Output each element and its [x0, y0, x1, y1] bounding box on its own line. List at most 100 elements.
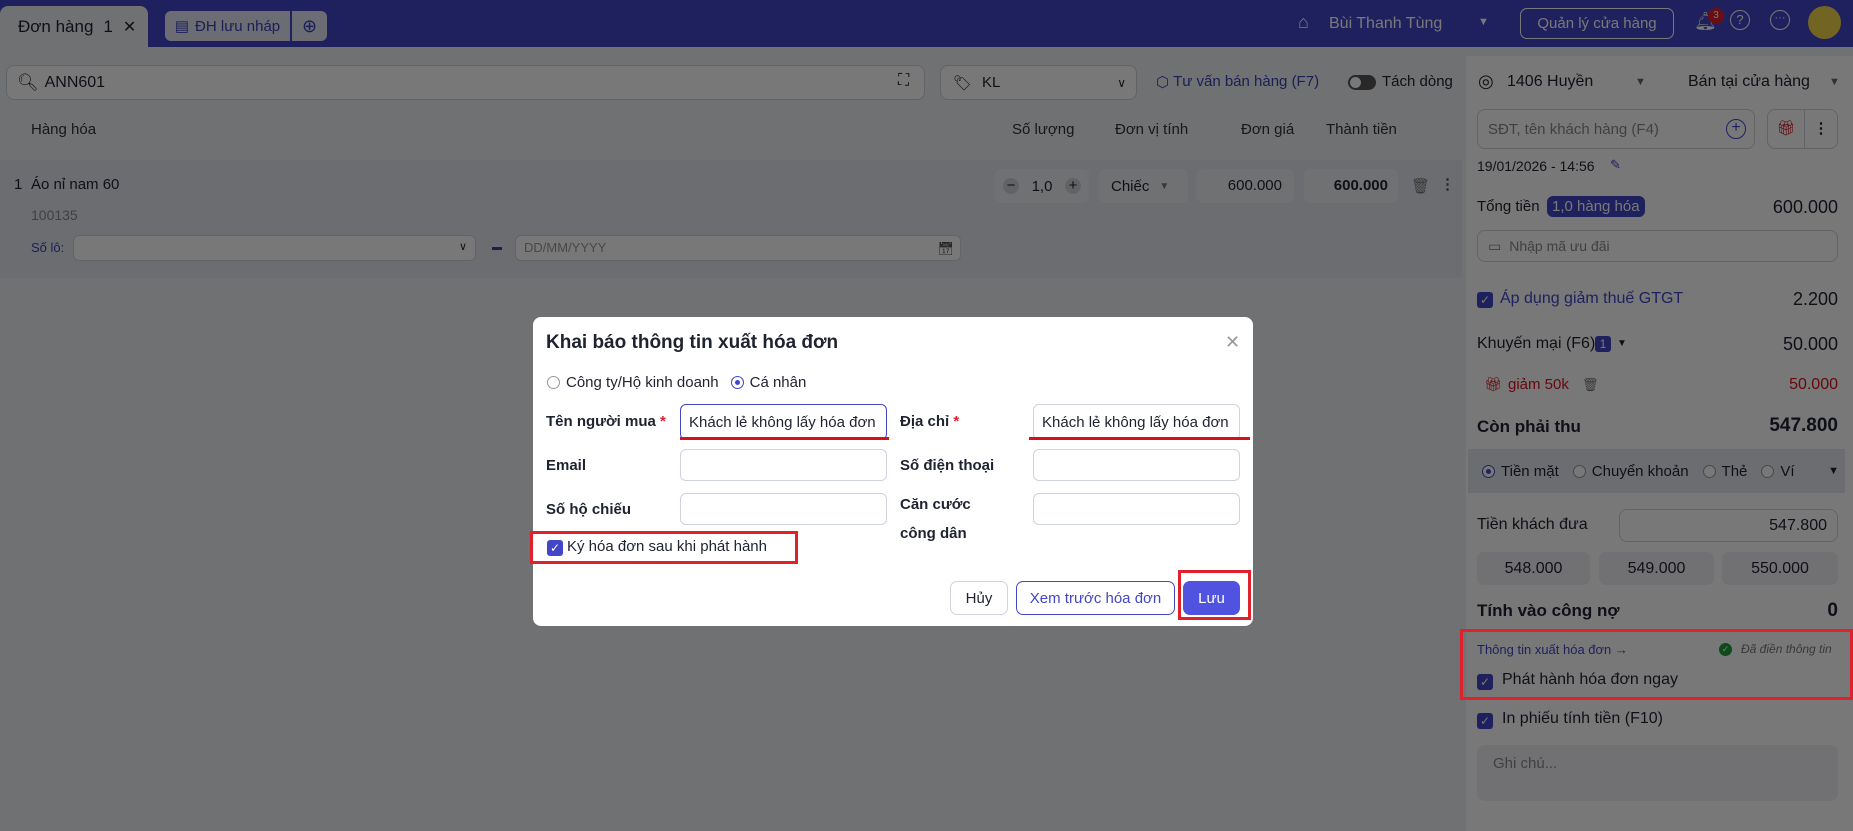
more-vertical-icon[interactable]: ⋮ [1805, 110, 1837, 148]
ai-search-icon: 🔍︎ [17, 72, 39, 92]
draft-orders-button[interactable]: ▤ ĐH lưu nháp [165, 11, 290, 41]
quick-amount-button[interactable]: 548.000 [1477, 552, 1590, 585]
add-customer-icon[interactable]: + [1726, 119, 1746, 139]
tag-icon: 🏷︎ [953, 74, 973, 92]
lot-select[interactable]: ∨ [73, 235, 476, 261]
col-header-total: Thành tiền [1326, 121, 1397, 138]
price-list-select[interactable]: 🏷︎ KL ∨ [940, 65, 1137, 100]
edit-icon[interactable]: ✎ [1610, 157, 1621, 173]
email-input[interactable] [680, 449, 887, 481]
debt-value: 0 [1827, 600, 1838, 621]
trash-icon[interactable]: 🗑︎ [1411, 177, 1430, 195]
note-placeholder: Ghi chú... [1493, 755, 1558, 772]
help-icon[interactable]: ? [1730, 10, 1750, 30]
payment-cash[interactable]: Tiền mặt [1501, 463, 1559, 480]
col-header-product: Hàng hóa [31, 121, 97, 138]
sales-advice-button[interactable]: ⬡ Tư vấn bán hàng (F7) [1156, 73, 1319, 91]
caret-down-icon[interactable]: ▼ [1478, 16, 1489, 28]
plus-icon[interactable]: + [1064, 178, 1081, 194]
buyer-name-input[interactable]: Khách lẻ không lấy hóa đơn [680, 404, 887, 440]
price-list-value: KL [982, 74, 1001, 91]
unit-select[interactable]: Chiếc ▼ [1099, 169, 1188, 203]
promo-label[interactable]: Khuyến mại (F6) [1477, 335, 1595, 353]
caret-down-icon[interactable]: ▼ [1829, 76, 1840, 88]
unit-price-input[interactable]: 600.000 [1197, 169, 1294, 203]
quick-amount-button[interactable]: 550.000 [1722, 552, 1838, 585]
line-total: 600.000 [1304, 169, 1398, 203]
promo-value: 50.000 [1782, 334, 1838, 354]
vat-checkbox[interactable]: ✓ [1477, 291, 1493, 308]
payment-transfer[interactable]: Chuyển khoản [1592, 463, 1689, 480]
trash-icon[interactable]: 🗑︎ [1582, 377, 1599, 393]
debt-label: Tính vào công nợ [1477, 601, 1620, 620]
print-label[interactable]: In phiếu tính tiền (F10) [1502, 710, 1663, 728]
minus-icon[interactable]: − [1003, 178, 1019, 194]
store-user-name[interactable]: Bùi Thanh Tùng [1329, 15, 1442, 33]
print-checkbox[interactable]: ✓ [1477, 712, 1493, 729]
sign-after-issue-checkbox[interactable]: ✓ [547, 539, 563, 556]
close-icon[interactable]: ✕ [1225, 332, 1240, 353]
sign-after-issue-label[interactable]: Ký hóa đơn sau khi phát hành [567, 538, 767, 555]
product-search-input[interactable]: 🔍︎ ANN601 [6, 65, 925, 100]
expiry-date-input[interactable]: DD/MM/YYYY 📅︎ [515, 235, 961, 261]
radio-card[interactable] [1702, 464, 1716, 478]
gift-icon[interactable]: 🎁︎ [1768, 110, 1805, 148]
issue-invoice-label[interactable]: Phát hành hóa đơn ngay [1502, 671, 1678, 689]
voucher-placeholder: Nhập mã ưu đãi [1509, 238, 1610, 254]
calendar-icon[interactable]: 📅︎ [937, 237, 954, 261]
add-tab-button[interactable]: ⊕ [292, 11, 327, 41]
vat-label[interactable]: Áp dụng giảm thuế GTGT [1500, 290, 1683, 308]
type-person-label[interactable]: Cá nhân [750, 374, 807, 391]
required-mark: * [953, 413, 960, 430]
promo-item-value: 50.000 [1789, 376, 1838, 393]
barcode-scan-icon[interactable]: ⛶ [898, 72, 909, 90]
quantity-stepper[interactable]: −1,0 + [995, 169, 1089, 203]
voucher-input[interactable]: ▭ Nhập mã ưu đãi [1477, 230, 1838, 262]
customer-paid-input[interactable]: 547.800 [1619, 509, 1838, 542]
radio-person[interactable] [730, 376, 744, 389]
customer-search-input[interactable]: SĐT, tên khách hàng (F4) + [1477, 109, 1755, 149]
note-input[interactable]: Ghi chú... [1477, 745, 1838, 801]
quick-amount-button[interactable]: 549.000 [1599, 552, 1714, 585]
save-button[interactable]: Lưu [1183, 581, 1240, 615]
customer-placeholder: SĐT, tên khách hàng (F4) [1488, 120, 1659, 138]
sales-channel-select[interactable]: Bán tại cửa hàng [1688, 73, 1810, 91]
radio-cash[interactable] [1482, 464, 1495, 478]
promo-item-label: giảm 50k [1508, 376, 1569, 393]
invoice-status: Đã điền thông tin [1741, 642, 1832, 656]
cancel-button[interactable]: Hủy [950, 581, 1008, 615]
product-code: 100135 [31, 207, 78, 223]
tab-order-1[interactable]: Đơn hàng 1 ✕ [0, 6, 148, 47]
total-value: 600.000 [1772, 197, 1838, 217]
citizen-id-input[interactable] [1033, 493, 1240, 525]
radio-wallet[interactable] [1761, 464, 1775, 478]
passport-label: Số hộ chiếu [546, 501, 632, 518]
split-lines-toggle[interactable] [1348, 75, 1376, 90]
more-vertical-icon[interactable]: ⋮ [1440, 175, 1455, 193]
avatar[interactable] [1808, 6, 1841, 39]
radio-transfer[interactable] [1572, 464, 1586, 478]
caret-down-icon[interactable]: ▼ [1617, 338, 1627, 349]
draft-label: ĐH lưu nháp [195, 17, 281, 35]
address-input[interactable]: Khách lẻ không lấy hóa đơn [1033, 404, 1240, 440]
product-name[interactable]: Áo nỉ nam 60 [31, 176, 119, 193]
preview-invoice-button[interactable]: Xem trước hóa đơn [1016, 581, 1175, 615]
search-value: ANN601 [44, 73, 106, 91]
payment-card[interactable]: Thẻ [1722, 463, 1748, 480]
phone-input[interactable] [1033, 449, 1240, 481]
payment-wallet[interactable]: Ví [1780, 463, 1794, 480]
buyer-name-value: Khách lẻ không lấy hóa đơn [689, 413, 876, 431]
more-icon[interactable]: ··· [1770, 10, 1790, 30]
payment-method-group: Tiền mặt Chuyển khoản Thẻ Ví ▼ [1468, 449, 1845, 493]
passport-input[interactable] [680, 493, 887, 525]
invoice-info-link[interactable]: Thông tin xuất hóa đơn → [1477, 642, 1628, 657]
radio-company[interactable] [547, 376, 560, 389]
staff-select[interactable]: 1406 Huyền [1507, 73, 1593, 91]
type-company-label[interactable]: Công ty/Hộ kinh doanh [566, 374, 719, 391]
caret-down-icon[interactable]: ▼ [1828, 465, 1839, 477]
dialog-title: Khai báo thông tin xuất hóa đơn [546, 332, 839, 353]
issue-invoice-checkbox[interactable]: ✓ [1477, 673, 1493, 690]
manage-store-button[interactable]: Quản lý cửa hàng [1520, 8, 1674, 39]
caret-down-icon[interactable]: ▼ [1635, 76, 1646, 88]
close-icon[interactable]: ✕ [123, 17, 136, 37]
